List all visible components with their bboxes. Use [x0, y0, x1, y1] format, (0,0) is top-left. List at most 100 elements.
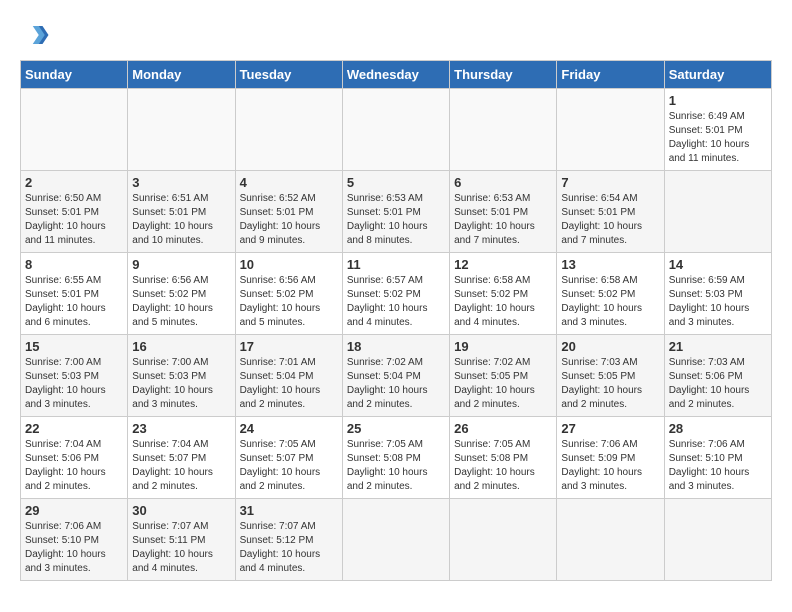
calendar-cell: 4 Sunrise: 6:52 AMSunset: 5:01 PMDaylight…: [235, 171, 342, 253]
calendar-cell: [450, 499, 557, 581]
day-info: Sunrise: 6:53 AMSunset: 5:01 PMDaylight:…: [454, 192, 552, 248]
day-number: 11: [347, 257, 445, 272]
logo-icon: [20, 20, 50, 50]
day-info: Sunrise: 6:58 AMSunset: 5:02 PMDaylight:…: [454, 274, 552, 330]
calendar-cell: 17Sunrise: 7:01 AMSunset: 5:04 PMDayligh…: [235, 335, 342, 417]
day-number: 30: [132, 503, 230, 518]
day-info: Sunrise: 6:49 AMSunset: 5:01 PMDaylight:…: [669, 110, 767, 166]
day-number: 29: [25, 503, 123, 518]
calendar-week-row: 22 Sunrise: 7:04 AMSunset: 5:06 PMDayligh…: [21, 417, 772, 499]
calendar-cell: 30 Sunrise: 7:07 AMSunset: 5:11 PMDayligh…: [128, 499, 235, 581]
header-cell-saturday: Saturday: [664, 61, 771, 89]
day-number: 19: [454, 339, 552, 354]
day-number: 9: [132, 257, 230, 272]
calendar-cell: 7 Sunrise: 6:54 AMSunset: 5:01 PMDaylight…: [557, 171, 664, 253]
day-info: Sunrise: 7:00 AMSunset: 5:03 PMDaylight:…: [132, 356, 230, 412]
day-info: Sunrise: 7:07 AMSunset: 5:12 PMDaylight:…: [240, 520, 338, 576]
calendar-cell: 21 Sunrise: 7:03 AMSunset: 5:06 PMDayligh…: [664, 335, 771, 417]
calendar-cell: 26 Sunrise: 7:05 AMSunset: 5:08 PMDayligh…: [450, 417, 557, 499]
day-number: 8: [25, 257, 123, 272]
day-number: 16: [132, 339, 230, 354]
calendar-body: 1 Sunrise: 6:49 AMSunset: 5:01 PMDaylight…: [21, 89, 772, 581]
day-number: 24: [240, 421, 338, 436]
day-info: Sunrise: 7:06 AMSunset: 5:10 PMDaylight:…: [669, 438, 767, 494]
day-number: 20: [561, 339, 659, 354]
day-info: Sunrise: 6:54 AMSunset: 5:01 PMDaylight:…: [561, 192, 659, 248]
calendar-cell: 24 Sunrise: 7:05 AMSunset: 5:07 PMDayligh…: [235, 417, 342, 499]
day-info: Sunrise: 7:04 AMSunset: 5:07 PMDaylight:…: [132, 438, 230, 494]
day-number: 6: [454, 175, 552, 190]
calendar-week-row: 15Sunrise: 7:00 AMSunset: 5:03 PMDayligh…: [21, 335, 772, 417]
calendar-cell: [664, 171, 771, 253]
calendar-cell: 3Sunrise: 6:51 AMSunset: 5:01 PMDaylight…: [128, 171, 235, 253]
calendar-cell: [557, 499, 664, 581]
calendar-cell: 14 Sunrise: 6:59 AMSunset: 5:03 PMDayligh…: [664, 253, 771, 335]
day-number: 25: [347, 421, 445, 436]
header-cell-thursday: Thursday: [450, 61, 557, 89]
day-info: Sunrise: 6:59 AMSunset: 5:03 PMDaylight:…: [669, 274, 767, 330]
day-number: 18: [347, 339, 445, 354]
calendar-week-row: 8Sunrise: 6:55 AMSunset: 5:01 PMDaylight…: [21, 253, 772, 335]
calendar-week-row: 29 Sunrise: 7:06 AMSunset: 5:10 PMDayligh…: [21, 499, 772, 581]
day-info: Sunrise: 7:02 AMSunset: 5:04 PMDaylight:…: [347, 356, 445, 412]
day-info: Sunrise: 7:07 AMSunset: 5:11 PMDaylight:…: [132, 520, 230, 576]
header-cell-sunday: Sunday: [21, 61, 128, 89]
day-number: 28: [669, 421, 767, 436]
calendar-cell: [21, 89, 128, 171]
day-number: 21: [669, 339, 767, 354]
calendar-cell: [128, 89, 235, 171]
day-number: 5: [347, 175, 445, 190]
calendar-cell: 1 Sunrise: 6:49 AMSunset: 5:01 PMDaylight…: [664, 89, 771, 171]
day-info: Sunrise: 6:56 AMSunset: 5:02 PMDaylight:…: [240, 274, 338, 330]
calendar-cell: 25 Sunrise: 7:05 AMSunset: 5:08 PMDayligh…: [342, 417, 449, 499]
day-info: Sunrise: 7:05 AMSunset: 5:08 PMDaylight:…: [347, 438, 445, 494]
calendar-cell: 22 Sunrise: 7:04 AMSunset: 5:06 PMDayligh…: [21, 417, 128, 499]
header-cell-tuesday: Tuesday: [235, 61, 342, 89]
page-header: [20, 20, 772, 50]
day-info: Sunrise: 6:50 AMSunset: 5:01 PMDaylight:…: [25, 192, 123, 248]
calendar-cell: [342, 499, 449, 581]
day-info: Sunrise: 7:06 AMSunset: 5:10 PMDaylight:…: [25, 520, 123, 576]
day-info: Sunrise: 7:01 AMSunset: 5:04 PMDaylight:…: [240, 356, 338, 412]
day-info: Sunrise: 6:52 AMSunset: 5:01 PMDaylight:…: [240, 192, 338, 248]
calendar-cell: 2Sunrise: 6:50 AMSunset: 5:01 PMDaylight…: [21, 171, 128, 253]
day-number: 26: [454, 421, 552, 436]
calendar-cell: 11 Sunrise: 6:57 AMSunset: 5:02 PMDayligh…: [342, 253, 449, 335]
calendar-cell: 6 Sunrise: 6:53 AMSunset: 5:01 PMDaylight…: [450, 171, 557, 253]
logo: [20, 20, 52, 50]
calendar-cell: 12 Sunrise: 6:58 AMSunset: 5:02 PMDayligh…: [450, 253, 557, 335]
day-number: 27: [561, 421, 659, 436]
calendar-cell: 27 Sunrise: 7:06 AMSunset: 5:09 PMDayligh…: [557, 417, 664, 499]
day-info: Sunrise: 6:56 AMSunset: 5:02 PMDaylight:…: [132, 274, 230, 330]
day-number: 4: [240, 175, 338, 190]
day-number: 7: [561, 175, 659, 190]
day-number: 10: [240, 257, 338, 272]
header-cell-wednesday: Wednesday: [342, 61, 449, 89]
day-number: 1: [669, 93, 767, 108]
day-info: Sunrise: 7:02 AMSunset: 5:05 PMDaylight:…: [454, 356, 552, 412]
calendar-cell: [235, 89, 342, 171]
day-info: Sunrise: 6:58 AMSunset: 5:02 PMDaylight:…: [561, 274, 659, 330]
day-number: 14: [669, 257, 767, 272]
day-info: Sunrise: 7:06 AMSunset: 5:09 PMDaylight:…: [561, 438, 659, 494]
header-cell-monday: Monday: [128, 61, 235, 89]
day-info: Sunrise: 6:53 AMSunset: 5:01 PMDaylight:…: [347, 192, 445, 248]
calendar-cell: [342, 89, 449, 171]
calendar-cell: 9 Sunrise: 6:56 AMSunset: 5:02 PMDaylight…: [128, 253, 235, 335]
day-number: 12: [454, 257, 552, 272]
day-info: Sunrise: 7:00 AMSunset: 5:03 PMDaylight:…: [25, 356, 123, 412]
day-info: Sunrise: 7:03 AMSunset: 5:06 PMDaylight:…: [669, 356, 767, 412]
calendar-cell: 31Sunrise: 7:07 AMSunset: 5:12 PMDayligh…: [235, 499, 342, 581]
calendar-cell: 8Sunrise: 6:55 AMSunset: 5:01 PMDaylight…: [21, 253, 128, 335]
calendar-cell: 18 Sunrise: 7:02 AMSunset: 5:04 PMDayligh…: [342, 335, 449, 417]
day-number: 22: [25, 421, 123, 436]
calendar-cell: 16 Sunrise: 7:00 AMSunset: 5:03 PMDayligh…: [128, 335, 235, 417]
calendar-header-row: SundayMondayTuesdayWednesdayThursdayFrid…: [21, 61, 772, 89]
day-info: Sunrise: 7:04 AMSunset: 5:06 PMDaylight:…: [25, 438, 123, 494]
day-info: Sunrise: 7:05 AMSunset: 5:08 PMDaylight:…: [454, 438, 552, 494]
day-info: Sunrise: 7:05 AMSunset: 5:07 PMDaylight:…: [240, 438, 338, 494]
calendar-cell: 13Sunrise: 6:58 AMSunset: 5:02 PMDayligh…: [557, 253, 664, 335]
day-info: Sunrise: 6:57 AMSunset: 5:02 PMDaylight:…: [347, 274, 445, 330]
day-number: 3: [132, 175, 230, 190]
calendar-cell: 19 Sunrise: 7:02 AMSunset: 5:05 PMDayligh…: [450, 335, 557, 417]
